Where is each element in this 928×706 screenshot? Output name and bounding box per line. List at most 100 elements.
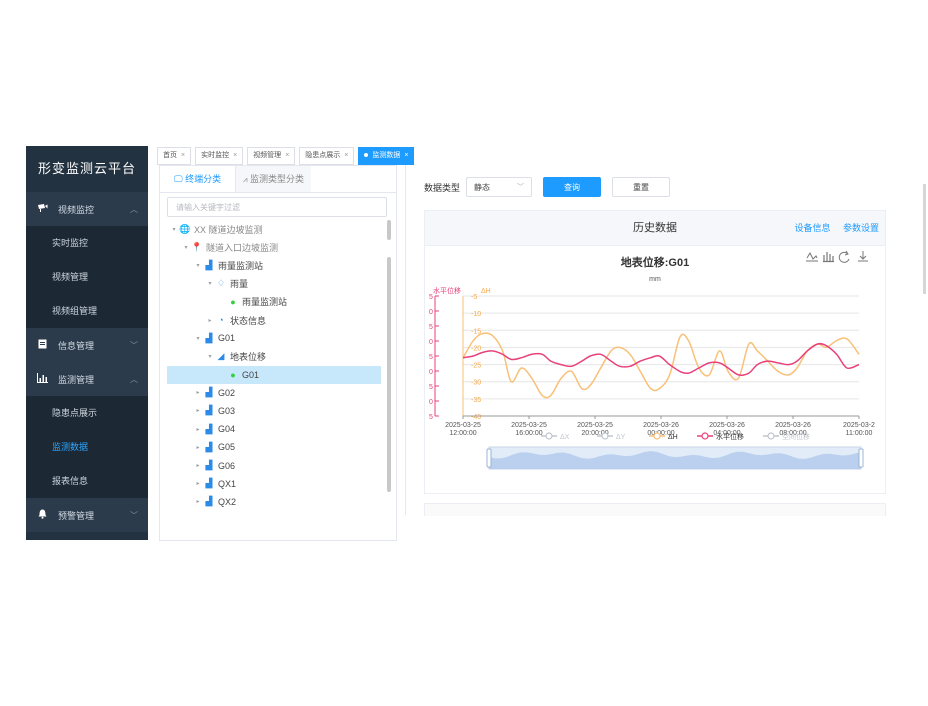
query-button[interactable]: 查询 (543, 177, 602, 197)
legend-label[interactable]: ΔH (668, 434, 678, 441)
submenu-item-video-group-manage[interactable]: 视频组管理 (26, 294, 148, 328)
station-icon: ▟ (205, 332, 213, 343)
tab-label: 首页 (163, 152, 177, 159)
scrollbar-thumb[interactable] (923, 184, 926, 294)
caret-down-icon[interactable]: ▾ (193, 335, 203, 342)
submenu-item-report-info[interactable]: 报表信息 (26, 464, 148, 498)
legend-label[interactable]: ΔX (560, 434, 570, 441)
sidebar: 形变监测云平台 视频监控 ︿ 实时监控 视频管理 视频组管理 信息管理 ﹀ 监测… (26, 146, 148, 540)
caret-right-icon[interactable]: ▸ (193, 480, 203, 487)
app-root: 形变监测云平台 视频监控 ︿ 实时监控 视频管理 视频组管理 信息管理 ﹀ 监测… (26, 146, 926, 541)
scrollbar-thumb[interactable] (387, 220, 391, 240)
tab-monitor-data[interactable]: 监测数据 × (358, 147, 415, 165)
card-links: 设备信息 参数设置 (784, 211, 879, 245)
submenu-item-monitor-data[interactable]: 监测数据 (26, 430, 148, 464)
tab-video-manage[interactable]: 视频管理 × (247, 147, 296, 165)
menu-group-alarm-manage[interactable]: 预警管理 ﹀ (26, 498, 148, 532)
data-zoom-handle-left[interactable] (486, 448, 492, 468)
tree-node[interactable]: ▾ 📍 隧道入口边坡监测 (167, 238, 381, 256)
tree-node[interactable]: ▸ ▟ QX1 (167, 475, 381, 493)
tree-node[interactable]: ▸ ◔ 状态信息 (167, 311, 381, 329)
tree-node[interactable]: ▾ 🌐 XX 隧道边坡监测 (167, 220, 381, 238)
caret-right-icon[interactable]: ▸ (193, 426, 203, 433)
refresh-icon (838, 250, 850, 263)
chevron-up-icon: ︿ (130, 374, 138, 384)
tree-node[interactable]: ▾ ▟ 雨量监测站 (167, 256, 381, 274)
right-axis-tick: -5 (471, 294, 477, 301)
close-icon[interactable]: × (404, 152, 408, 159)
tree-node[interactable]: ▾ ♢ 雨量 (167, 275, 381, 293)
caret-down-icon[interactable]: ▾ (193, 262, 203, 269)
chart-title: 地表位移:G01 (621, 255, 689, 269)
right-axis-tick: -40 (471, 414, 481, 421)
displacement-icon: ◢ (217, 350, 225, 361)
tree-node[interactable]: ▾ ◢ 地表位移 (167, 347, 381, 365)
monitor-icon: 🖵 (173, 174, 183, 184)
left-axis-tick: 5 (429, 324, 433, 331)
tab-home[interactable]: 首页 × (157, 147, 192, 165)
close-icon[interactable]: × (181, 152, 185, 159)
x-axis-tick-time: 12:00:00 (449, 430, 476, 437)
tree-node[interactable]: ● 雨量监测站 (167, 293, 381, 311)
tree-node-label: 雨量监测站 (218, 260, 264, 271)
caret-right-icon[interactable]: ▸ (205, 317, 215, 324)
tree-node[interactable]: ▸ ▟ G03 (167, 402, 381, 420)
scrollbar-thumb[interactable] (387, 257, 391, 492)
submenu-item-video-manage[interactable]: 视频管理 (26, 260, 148, 294)
chevron-up-icon: ︿ (130, 204, 138, 214)
reset-button[interactable]: 重置 (612, 177, 671, 197)
caret-down-icon[interactable]: ▾ (169, 226, 179, 233)
legend-label[interactable]: ΔY (616, 434, 626, 441)
tree-node[interactable]: ▸ ▟ G05 (167, 438, 381, 456)
device-info-link[interactable]: 设备信息 (794, 223, 830, 233)
x-axis-tick-time: 11:00:00 (846, 430, 873, 437)
caret-right-icon[interactable]: ▸ (193, 444, 203, 451)
tree-node[interactable]: ▾ ▟ G01 (167, 329, 381, 347)
caret-down-icon[interactable]: ▾ (181, 244, 191, 251)
caret-right-icon[interactable]: ▸ (193, 389, 203, 396)
tree-node-label: 隧道入口边坡监测 (206, 242, 279, 253)
tree-node[interactable]: ▸ ▟ G04 (167, 420, 381, 438)
tree-tab-monitor-type-category[interactable]: ⩘ 监测类型分类 (236, 166, 311, 192)
caret-right-icon[interactable]: ▸ (193, 407, 203, 414)
menu-group-video-monitor[interactable]: 视频监控 ︿ (26, 192, 148, 226)
tree-tab-terminal-category[interactable]: 🖵 终端分类 (160, 166, 236, 192)
tree-node[interactable]: ▸ ▟ G02 (167, 384, 381, 402)
tab-hazard-display[interactable]: 隐患点展示 × (299, 147, 355, 165)
tree-node[interactable]: ▸ ▟ G06 (167, 456, 381, 474)
station-icon: ▟ (205, 259, 213, 270)
left-axis-tick: 5 (429, 384, 433, 391)
tree-node[interactable]: ● G01 (167, 365, 381, 384)
legend-label[interactable]: 空间位移 (782, 432, 810, 441)
close-icon[interactable]: × (285, 152, 289, 159)
chevron-down-icon: ﹀ (130, 510, 138, 520)
left-axis-tick: 5 (429, 414, 433, 421)
tree-filter-input[interactable] (167, 197, 387, 217)
camera-icon (36, 203, 48, 215)
tree-tab-label: 终端分类 (185, 174, 222, 184)
globe-icon: 🌐 (179, 223, 191, 234)
param-settings-link[interactable]: 参数设置 (843, 223, 879, 233)
caret-down-icon[interactable]: ▾ (205, 280, 215, 287)
data-type-select[interactable]: 静态 ﹀ (466, 177, 533, 197)
tree-tabs: 🖵 终端分类 ⩘ 监测类型分类 (160, 166, 396, 193)
menu-group-info-manage[interactable]: 信息管理 ﹀ (26, 328, 148, 362)
caret-right-icon[interactable]: ▸ (193, 498, 203, 505)
tree-node-label: G02 (218, 387, 236, 398)
submenu-item-realtime-monitor[interactable]: 实时监控 (26, 226, 148, 260)
tree-node-label: G01 (242, 369, 260, 380)
series-line-delta-h (462, 332, 860, 399)
close-icon[interactable]: × (233, 152, 237, 159)
submenu-item-hazard-display[interactable]: 隐患点展示 (26, 396, 148, 430)
right-axis-label: ΔH (481, 288, 491, 295)
tree-node-label: G05 (218, 442, 236, 453)
close-icon[interactable]: × (344, 152, 348, 159)
status-dot-icon: ● (230, 296, 236, 307)
menu-group-monitor-manage[interactable]: 监测管理 ︿ (26, 362, 148, 396)
caret-right-icon[interactable]: ▸ (193, 462, 203, 469)
legend-label[interactable]: 水平位移 (716, 432, 744, 441)
caret-down-icon[interactable]: ▾ (205, 353, 215, 360)
tree-node[interactable]: ▸ ▟ QX2 (167, 493, 381, 511)
data-zoom-handle-right[interactable] (858, 448, 864, 468)
tab-realtime-monitor[interactable]: 实时监控 × (195, 147, 244, 165)
